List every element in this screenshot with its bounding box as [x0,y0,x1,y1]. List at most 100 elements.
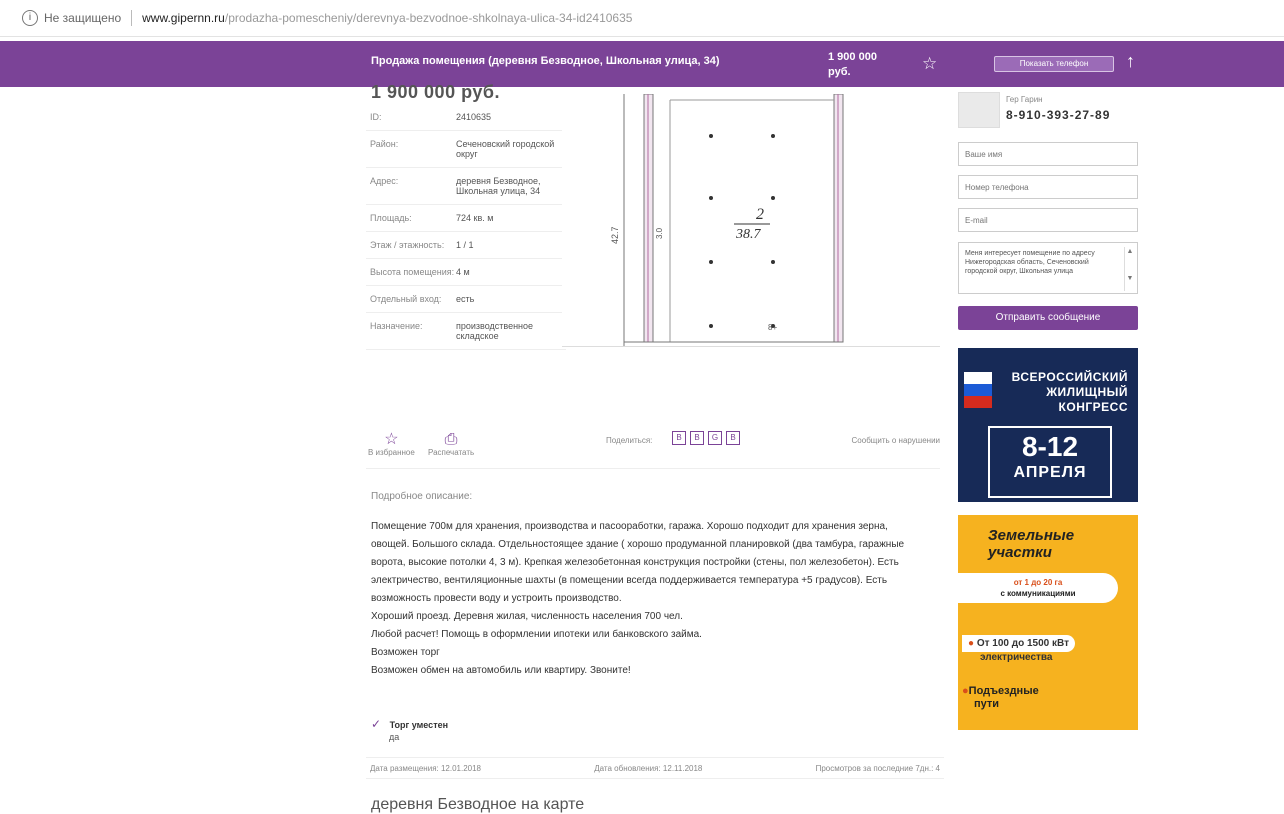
email-field[interactable] [958,208,1138,232]
show-phone-button[interactable]: Показать телефон [994,56,1114,72]
spec-key: Площадь: [370,213,412,223]
congress-dates: 8-12 [1021,431,1079,462]
actions-row: ☆ В избранное ⎙ Распечатать Поделиться: … [366,428,940,469]
congress-banner-ad[interactable]: ВСЕРОССИЙСКИЙ ЖИЛИЩНЫЙ КОНГРЕСС 8-12 АПР… [958,348,1138,502]
land-title-2: участки [988,544,1052,561]
bullet-icon: ● [962,685,969,697]
congress-date-box: 8-12 АПРЕЛЯ [988,426,1112,498]
address-separator [131,10,133,26]
url-domain[interactable]: www.gipernn.ru [142,11,225,25]
share-label: Поделиться: [606,436,653,445]
arrow-up-icon[interactable]: ↑ [1126,51,1135,72]
spec-key: Назначение: [370,321,423,331]
land-road-1: Подъездные [968,685,1039,697]
description-paragraph: Возможен торг [371,647,440,658]
specs-table: ID: 2410635 Район: Сеченовский городской ок… [366,104,566,350]
plan-dim-left: 42.7 [610,226,620,244]
spec-row: Этаж / этажность: 1 / 1 [366,232,566,259]
spec-value: деревня Безводное, Школьная улица, 34 [456,176,541,196]
land-sub-1: от 1 до 20 га [1013,578,1063,587]
bargain-feature: ✓ Торг уместен да [371,717,449,742]
land-plots-banner-ad[interactable]: Земельные участки от 1 до 20 га с коммун… [958,515,1138,730]
spec-row: Отдельный вход: есть [366,286,566,313]
share-vk-icon[interactable]: В [672,431,686,445]
russian-flag-icon [964,372,992,408]
agent-card: Гер Гарин 8-910-393-27-89 [958,88,1138,128]
browser-address-bar[interactable]: i Не защищено www.gipernn.ru /prodazha-p… [0,0,1284,37]
date-placed: Дата размещения: 12.01.2018 [370,763,482,773]
spec-value: 724 кв. м [456,213,494,223]
floor-plan-drawing: 2 38.7 42.7 3.0 8+ [610,93,844,346]
plan-room-area: 38.7 [735,227,762,242]
spec-value: 4 м [456,267,470,277]
favorite-button[interactable]: ☆ В избранное [368,431,415,458]
land-subtitle: от 1 до 20 га с коммуникациями [958,573,1118,603]
check-icon: ✓ [371,717,382,731]
spec-row: Назначение: производственное складское [366,313,566,350]
message-textarea[interactable]: Меня интересует помещение по адресу Ниже… [958,242,1138,294]
share-vk2-icon[interactable]: В [690,431,704,445]
sticky-header: Продажа помещения (деревня Безводное, Шк… [0,41,1284,87]
share-google-icon[interactable]: G [708,431,722,445]
print-button[interactable]: ⎙ Распечатать [428,431,475,458]
info-icon[interactable]: i [22,10,38,26]
spec-row: Площадь: 724 кв. м [366,205,566,232]
land-elec-1: От 100 до 1500 кВт [976,638,1069,649]
land-sub-2: с коммуникациями [1000,589,1076,598]
agent-phone[interactable]: 8-910-393-27-89 [1006,108,1110,122]
header-title: Продажа помещения (деревня Безводное, Шк… [371,55,720,67]
spec-key: Адрес: [370,176,399,186]
bargain-label: Торг уместен [389,720,449,730]
land-title: Земельные участки [988,527,1074,561]
security-label: Не защищено [44,11,122,25]
header-price: 1 900 000 руб. [828,50,877,80]
spec-row: Район: Сеченовский городской округ [366,131,566,168]
description-paragraph: Любой расчет! Помощь в оформлении ипотек… [371,629,702,640]
avatar [958,92,1000,128]
congress-line-2: ЖИЛИЩНЫЙ [1046,385,1128,399]
send-message-button[interactable]: Отправить сообщение [958,306,1138,330]
bargain-value: да [389,732,400,742]
listing-dates: Дата размещения: 12.01.2018 Дата обновле… [366,757,944,779]
spec-value: есть [456,294,475,304]
spec-key: Этаж / этажность: [370,240,445,250]
star-outline-icon: ☆ [384,431,399,448]
textarea-scrollbar[interactable]: ▲ ▼ [1124,247,1135,291]
land-road-2: пути [974,698,1000,710]
spec-key: Район: [370,139,399,149]
favorite-label: В избранное [368,448,415,457]
report-link[interactable]: Сообщить о нарушении [852,436,940,445]
spec-value: Сеченовский городской округ [456,139,555,159]
plan-mark: 8+ [768,323,777,332]
header-price-currency: руб. [828,66,851,78]
land-roads: ●Подъездные пути [962,685,1039,711]
date-updated: Дата обновления: 12.11.2018 [594,763,703,773]
print-label: Распечатать [428,448,475,457]
land-electricity: ● От 100 до 1500 кВт электричества [962,635,1132,663]
plan-dim-inner: 3.0 [655,227,664,239]
congress-month: АПРЕЛЯ [1013,464,1087,481]
name-field[interactable] [958,142,1138,166]
views-count: Просмотров за последние 7дн.: 4 [815,763,940,773]
url-path[interactable]: /prodazha-pomescheniy/derevnya-bezvodnoe… [225,11,633,25]
star-outline-icon[interactable]: ☆ [922,54,937,74]
bullet-icon: ● [968,638,975,649]
land-elec-2: электричества [980,652,1053,663]
listing-price: 1 900 000 руб. [371,82,500,102]
spec-value: 1 / 1 [456,240,474,250]
printer-icon: ⎙ [444,431,458,448]
spec-key: ID: [370,112,382,122]
description-paragraph: Возможен обмен на автомобиль или квартир… [371,665,631,676]
congress-line-1: ВСЕРОССИЙСКИЙ [1011,370,1128,384]
description-paragraph: Хороший проезд. Деревня жилая, численнос… [371,611,683,622]
description-paragraph: Помещение 700м для хранения, производств… [371,521,905,604]
spec-row: Высота помещения: 4 м [366,259,566,286]
spec-row: ID: 2410635 [366,104,566,131]
map-title: деревня Безводное на карте [371,796,585,813]
plan-room-number: 2 [756,206,764,223]
header-price-value: 1 900 000 [828,51,877,63]
floor-plan-image[interactable]: 2 38.7 42.7 3.0 8+ [562,93,940,347]
land-title-1: Земельные [988,527,1075,544]
phone-field[interactable] [958,175,1138,199]
share-other-icon[interactable]: В [726,431,740,445]
